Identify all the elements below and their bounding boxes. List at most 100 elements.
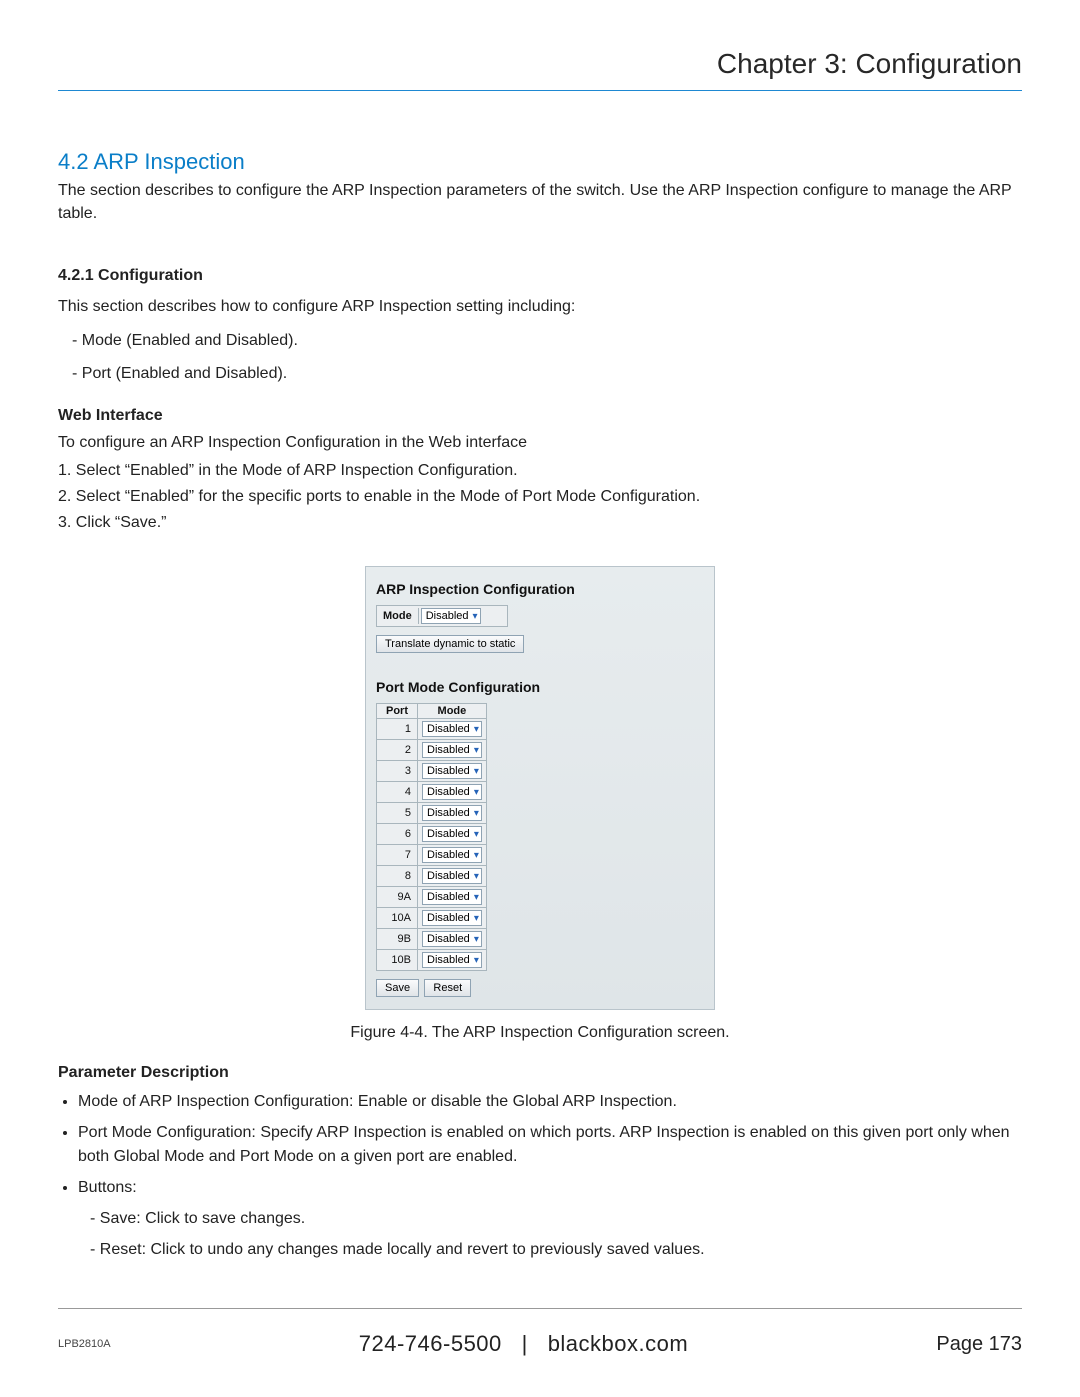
footer-model: LPB2810A [58, 1338, 111, 1350]
reset-button[interactable]: Reset [424, 979, 471, 997]
shot-title-portmode: Port Mode Configuration [376, 679, 704, 695]
port-mode-dropdown[interactable]: Disabled ▾ [422, 826, 482, 842]
save-button[interactable]: Save [376, 979, 419, 997]
col-port: Port [377, 704, 418, 719]
port-mode-value: Disabled [427, 849, 470, 861]
table-row: 4Disabled▾ [377, 782, 487, 803]
port-mode-value: Disabled [427, 891, 470, 903]
chevron-down-icon: ▾ [474, 829, 479, 840]
table-row: 1 Disabled ▾ [377, 719, 487, 740]
page-footer: LPB2810A 724-746-5500 | blackbox.com Pag… [58, 1331, 1022, 1357]
table-row: 6 Disabled ▾ [377, 824, 487, 845]
step-item: 1. Select “Enabled” in the Mode of ARP I… [58, 462, 1022, 480]
figure-caption: Figure 4-4. The ARP Inspection Configura… [58, 1024, 1022, 1042]
port-cell: 5 [377, 803, 418, 824]
translate-button[interactable]: Translate dynamic to static [376, 635, 524, 653]
port-mode-value: Disabled [427, 807, 470, 819]
port-mode-dropdown[interactable]: Disabled ▾ [422, 784, 482, 800]
port-mode-cell: Disabled ▾ [418, 782, 487, 803]
port-cell: 1 [377, 719, 418, 740]
footer-page: Page 173 [936, 1333, 1022, 1356]
port-mode-cell: Disabled▾ [418, 740, 487, 761]
footer-site: blackbox.com [548, 1331, 689, 1356]
param-bullet: Port Mode Configuration: Specify ARP Ins… [78, 1121, 1022, 1167]
chevron-down-icon: ▾ [473, 611, 478, 622]
port-mode-dropdown[interactable]: Disabled ▾ [422, 847, 482, 863]
param-bullet-text: Buttons: [78, 1179, 137, 1196]
port-mode-value: Disabled [427, 723, 470, 735]
port-mode-dropdown[interactable]: Disabled ▾ [422, 721, 482, 737]
port-mode-dropdown[interactable]: Disabled▾ [422, 805, 482, 821]
port-cell: 9B [377, 929, 418, 950]
port-mode-dropdown[interactable]: Disabled▾ [422, 763, 482, 779]
table-row: 2Disabled▾ [377, 740, 487, 761]
table-row: 7 Disabled ▾ [377, 845, 487, 866]
chevron-down-icon: ▾ [474, 955, 479, 966]
port-cell: 9A [377, 887, 418, 908]
mode-dropdown[interactable]: Disabled ▾ [421, 608, 481, 624]
section-intro: The section describes to configure the A… [58, 179, 1022, 225]
port-cell: 6 [377, 824, 418, 845]
step-item: 3. Click “Save.” [58, 514, 1022, 532]
mode-label: Mode [377, 608, 419, 624]
port-cell: 10A [377, 908, 418, 929]
port-mode-value: Disabled [427, 912, 470, 924]
port-mode-value: Disabled [427, 870, 470, 882]
port-mode-value: Disabled [427, 786, 470, 798]
config-item-text: Mode (Enabled and Disabled). [82, 332, 298, 349]
port-cell: 2 [377, 740, 418, 761]
table-row: 10A Disabled ▾ [377, 908, 487, 929]
port-mode-cell: Disabled▾ [418, 761, 487, 782]
footer-rule [58, 1308, 1022, 1309]
port-mode-value: Disabled [427, 954, 470, 966]
web-interface-lead: To configure an ARP Inspection Configura… [58, 431, 1022, 454]
port-mode-cell: Disabled ▾ [418, 719, 487, 740]
port-mode-dropdown[interactable]: Disabled ▾ [422, 952, 482, 968]
table-row: 9A Disabled ▾ [377, 887, 487, 908]
port-mode-cell: Disabled ▾ [418, 866, 487, 887]
port-mode-cell: Disabled ▾ [418, 950, 487, 971]
chevron-down-icon: ▾ [474, 850, 479, 861]
port-mode-value: Disabled [427, 828, 470, 840]
chevron-down-icon: ▾ [474, 871, 479, 882]
port-mode-value: Disabled [427, 765, 470, 777]
section-title: 4.2 ARP Inspection [58, 149, 1022, 175]
port-mode-table: Port Mode 1Disabled▾2Disabled▾3Disabled▾… [376, 703, 487, 971]
col-mode: Mode [418, 704, 487, 719]
footer-center: 724-746-5500 | blackbox.com [111, 1331, 937, 1357]
table-row: 5Disabled▾ [377, 803, 487, 824]
port-mode-dropdown[interactable]: Disabled▾ [422, 931, 482, 947]
button-desc-item: Reset: Click to undo any changes made lo… [90, 1238, 1022, 1261]
step-item: 2. Select “Enabled” for the specific por… [58, 488, 1022, 506]
mode-dropdown-value: Disabled [426, 610, 469, 622]
mode-row: Mode Disabled ▾ [376, 605, 508, 627]
param-bullet: Buttons: Save: Click to save changes. Re… [78, 1176, 1022, 1262]
port-mode-dropdown[interactable]: Disabled ▾ [422, 910, 482, 926]
port-mode-dropdown[interactable]: Disabled▾ [422, 742, 482, 758]
port-cell: 7 [377, 845, 418, 866]
chevron-down-icon: ▾ [474, 913, 479, 924]
params-heading: Parameter Description [58, 1064, 1022, 1082]
footer-sep: | [522, 1331, 528, 1356]
port-mode-cell: Disabled ▾ [418, 887, 487, 908]
port-mode-dropdown[interactable]: Disabled ▾ [422, 868, 482, 884]
shot-title-arp: ARP Inspection Configuration [376, 581, 704, 597]
port-cell: 8 [377, 866, 418, 887]
config-item: - Port (Enabled and Disabled). [72, 362, 1022, 385]
chevron-down-icon: ▾ [474, 892, 479, 903]
port-mode-cell: Disabled ▾ [418, 908, 487, 929]
port-cell: 10B [377, 950, 418, 971]
config-screenshot: ARP Inspection Configuration Mode Disabl… [365, 566, 715, 1010]
port-mode-cell: Disabled ▾ [418, 824, 487, 845]
web-interface-heading: Web Interface [58, 407, 1022, 425]
chevron-down-icon: ▾ [474, 787, 479, 798]
port-cell: 3 [377, 761, 418, 782]
port-mode-cell: Disabled ▾ [418, 845, 487, 866]
config-heading: 4.2.1 Configuration [58, 267, 1022, 285]
port-mode-cell: Disabled▾ [418, 929, 487, 950]
chevron-down-icon: ▾ [474, 724, 479, 735]
config-item-text: Port (Enabled and Disabled). [82, 365, 287, 382]
port-mode-dropdown[interactable]: Disabled ▾ [422, 889, 482, 905]
param-bullet: Mode of ARP Inspection Configuration: En… [78, 1090, 1022, 1113]
chevron-down-icon: ▾ [474, 934, 479, 945]
